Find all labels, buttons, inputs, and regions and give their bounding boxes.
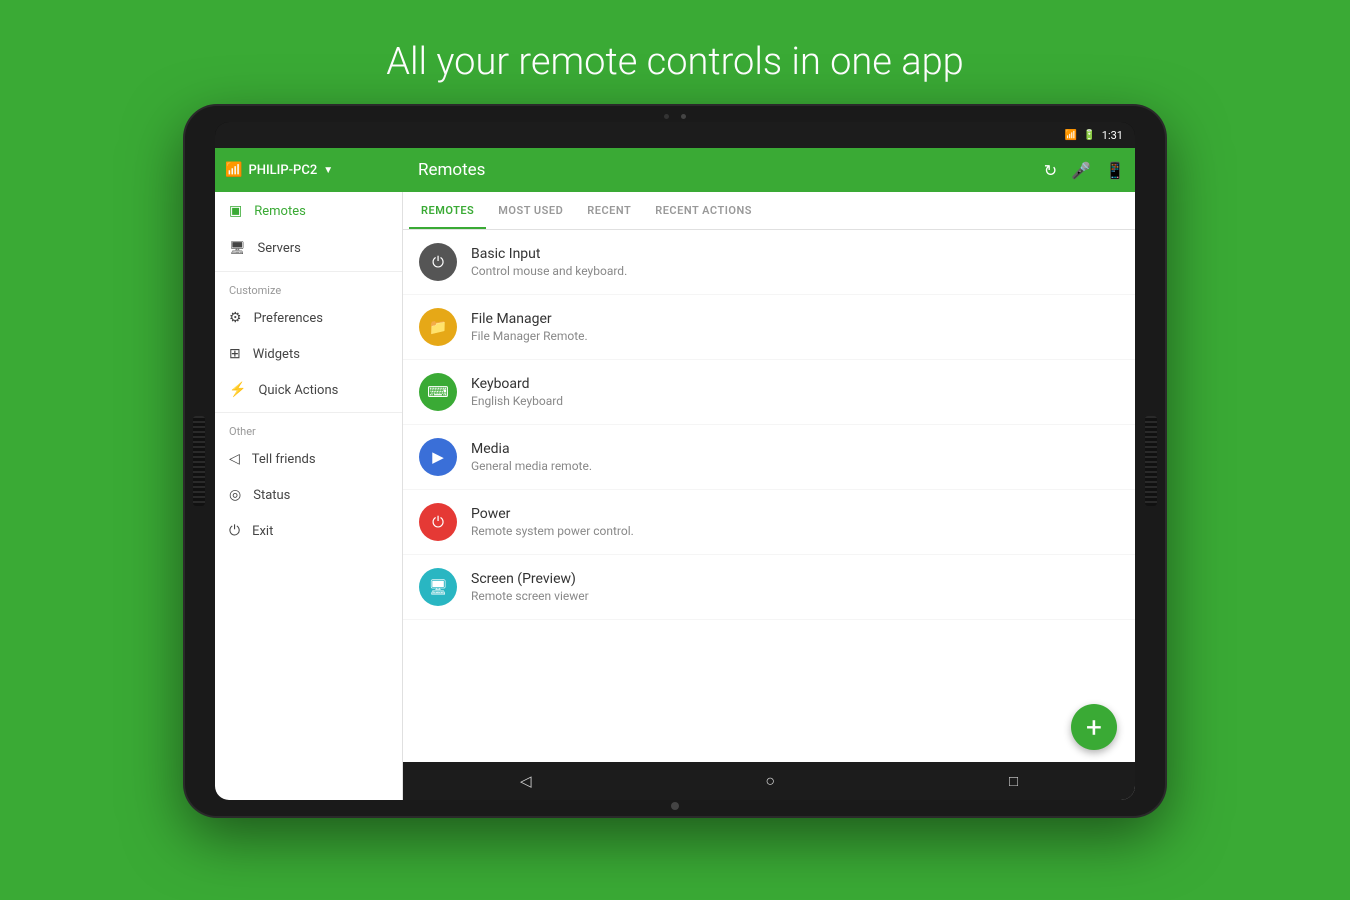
sidebar-item-tell-friends[interactable]: ◁ Tell friends [215, 441, 402, 477]
home-dot [671, 802, 679, 810]
other-label: Other [215, 417, 402, 441]
page-background: All your remote controls in one app 📶 🔋 … [0, 0, 1350, 900]
remote-item-media[interactable]: ▶ Media General media remote. [403, 425, 1135, 490]
tab-remotes[interactable]: REMOTES [409, 192, 486, 229]
remotes-icon: ▣ [229, 203, 242, 219]
bottom-nav: ◁ ○ □ [403, 762, 1135, 800]
basic-input-desc: Control mouse and keyboard. [471, 264, 627, 278]
screen-preview-info: Screen (Preview) Remote screen viewer [471, 571, 589, 603]
tabs-bar: REMOTES MOST USED RECENT RECENT ACTIONS [403, 192, 1135, 230]
screen-preview-icon: 🖥 [419, 568, 457, 606]
status-time: 1:31 [1102, 129, 1123, 142]
main-content: ▣ Remotes 🖥 Servers Customize ⚙ Preferen… [215, 192, 1135, 800]
sidebar-item-servers[interactable]: 🖥 Servers [215, 230, 402, 267]
servers-icon: 🖥 [229, 241, 246, 256]
camera-dot-2 [681, 114, 686, 119]
keyboard-info: Keyboard English Keyboard [471, 376, 563, 408]
sidebar-status-label: Status [253, 488, 290, 503]
media-icon: ▶ [419, 438, 457, 476]
recents-button[interactable]: □ [1009, 772, 1018, 790]
sidebar-item-exit[interactable]: ⏻ Exit [215, 513, 402, 549]
screen-preview-desc: Remote screen viewer [471, 589, 589, 603]
back-button[interactable]: ◁ [520, 772, 532, 790]
sidebar: ▣ Remotes 🖥 Servers Customize ⚙ Preferen… [215, 192, 403, 800]
basic-input-icon: ⏻ [419, 243, 457, 281]
sidebar-preferences-label: Preferences [254, 311, 323, 326]
keyboard-name: Keyboard [471, 376, 563, 392]
keyboard-icon: ⌨ [419, 373, 457, 411]
app-toolbar: 📶 PHILIP-PC2 ▼ Remotes ↻ 🎤 📱 [215, 148, 1135, 192]
left-speaker [193, 416, 205, 506]
sidebar-servers-label: Servers [258, 241, 301, 256]
signal-icon: 📶 [1065, 130, 1077, 141]
toolbar-actions: ↻ 🎤 📱 [1044, 161, 1125, 180]
remote-list: ⏻ Basic Input Control mouse and keyboard… [403, 230, 1135, 762]
basic-input-info: Basic Input Control mouse and keyboard. [471, 246, 627, 278]
power-info: Power Remote system power control. [471, 506, 634, 538]
sidebar-item-preferences[interactable]: ⚙ Preferences [215, 300, 402, 336]
power-icon: ⏻ [419, 503, 457, 541]
sidebar-item-status[interactable]: ◎ Status [215, 477, 402, 513]
file-manager-icon: 📁 [419, 308, 457, 346]
remote-item-keyboard[interactable]: ⌨ Keyboard English Keyboard [403, 360, 1135, 425]
sidebar-exit-label: Exit [252, 524, 273, 539]
tablet: 📶 🔋 1:31 📶 PHILIP-PC2 ▼ Remotes ↻ 🎤 📱 [185, 106, 1165, 816]
sidebar-widgets-label: Widgets [253, 347, 300, 362]
right-panel: REMOTES MOST USED RECENT RECENT ACTIONS [403, 192, 1135, 800]
customize-label: Customize [215, 276, 402, 300]
remote-item-screen-preview[interactable]: 🖥 Screen (Preview) Remote screen viewer [403, 555, 1135, 620]
remote-item-power[interactable]: ⏻ Power Remote system power control. [403, 490, 1135, 555]
keyboard-desc: English Keyboard [471, 394, 563, 408]
right-speaker [1145, 416, 1157, 506]
toolbar-title: Remotes [410, 160, 1044, 180]
status-icon: ◎ [229, 487, 241, 503]
wifi-icon: 📶 [225, 162, 242, 178]
file-manager-name: File Manager [471, 311, 588, 327]
media-name: Media [471, 441, 592, 457]
preferences-icon: ⚙ [229, 310, 242, 326]
tab-recent-actions[interactable]: RECENT ACTIONS [643, 192, 764, 229]
fab-plus-icon: + [1086, 711, 1102, 744]
power-name: Power [471, 506, 634, 522]
widgets-icon: ⊞ [229, 346, 241, 362]
camera-area [664, 114, 686, 119]
file-manager-info: File Manager File Manager Remote. [471, 311, 588, 343]
sidebar-remotes-label: Remotes [254, 204, 306, 219]
sidebar-quick-actions-label: Quick Actions [258, 383, 338, 398]
file-manager-desc: File Manager Remote. [471, 329, 588, 343]
page-title: All your remote controls in one app [0, 0, 1350, 84]
battery-icon: 🔋 [1083, 130, 1095, 141]
tell-friends-icon: ◁ [229, 451, 240, 467]
fab-button[interactable]: + [1071, 704, 1117, 750]
mic-icon[interactable]: 🎤 [1071, 161, 1091, 180]
sidebar-divider-2 [215, 412, 402, 413]
home-button[interactable]: ○ [765, 771, 775, 791]
media-desc: General media remote. [471, 459, 592, 473]
dropdown-arrow-icon: ▼ [323, 165, 333, 176]
quick-actions-icon: ⚡ [229, 382, 246, 398]
sidebar-divider-1 [215, 271, 402, 272]
sidebar-item-quick-actions[interactable]: ⚡ Quick Actions [215, 372, 402, 408]
camera-dot-1 [664, 114, 669, 119]
media-info: Media General media remote. [471, 441, 592, 473]
remote-item-basic-input[interactable]: ⏻ Basic Input Control mouse and keyboard… [403, 230, 1135, 295]
tab-most-used[interactable]: MOST USED [486, 192, 575, 229]
refresh-icon[interactable]: ↻ [1044, 161, 1057, 180]
remote-item-file-manager[interactable]: 📁 File Manager File Manager Remote. [403, 295, 1135, 360]
status-bar: 📶 🔋 1:31 [215, 122, 1135, 148]
basic-input-name: Basic Input [471, 246, 627, 262]
network-name: PHILIP-PC2 [248, 163, 317, 178]
sidebar-item-widgets[interactable]: ⊞ Widgets [215, 336, 402, 372]
toolbar-network[interactable]: 📶 PHILIP-PC2 ▼ [225, 162, 410, 178]
tab-recent[interactable]: RECENT [575, 192, 643, 229]
power-desc: Remote system power control. [471, 524, 634, 538]
exit-icon: ⏻ [229, 523, 240, 539]
tablet-screen: 📶 🔋 1:31 📶 PHILIP-PC2 ▼ Remotes ↻ 🎤 📱 [215, 122, 1135, 800]
screen-preview-name: Screen (Preview) [471, 571, 589, 587]
phone-icon[interactable]: 📱 [1105, 161, 1125, 180]
sidebar-item-remotes[interactable]: ▣ Remotes [215, 192, 402, 230]
sidebar-tell-friends-label: Tell friends [252, 452, 316, 467]
